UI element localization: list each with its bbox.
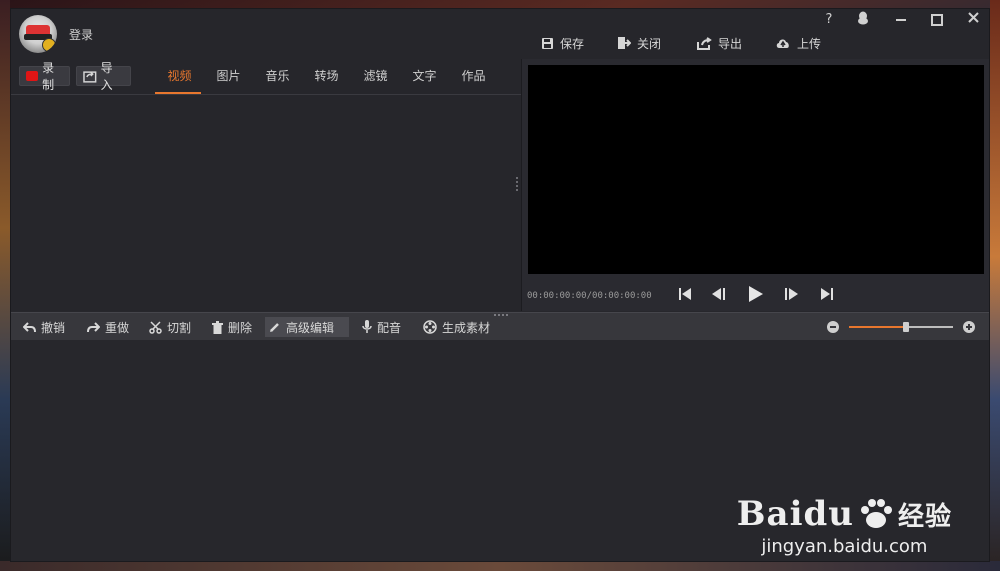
tab-works[interactable]: 作品 [449, 59, 498, 94]
tab-music[interactable]: 音乐 [253, 59, 302, 94]
edit-toolbar: 撤销 重做 切割 删除 高级编辑 配音 生成素材 [11, 312, 989, 341]
upload-button[interactable]: 上传 [775, 34, 821, 52]
export-button[interactable]: 导出 [697, 34, 742, 52]
film-reel-icon [423, 320, 437, 334]
close-project-label: 关闭 [637, 36, 662, 51]
login-link[interactable]: 登录 [69, 26, 93, 43]
zoom-in-button[interactable] [963, 321, 975, 333]
next-frame-button[interactable] [782, 285, 800, 303]
save-icon [542, 37, 553, 49]
skin-button[interactable] [851, 11, 875, 29]
close-icon [967, 12, 979, 23]
close-window-button[interactable] [961, 11, 985, 29]
panel-resize-handle[interactable] [516, 177, 518, 191]
timeline-zoom-slider[interactable] [849, 322, 953, 332]
import-icon [83, 70, 97, 83]
tab-filters[interactable]: 滤镜 [351, 59, 400, 94]
title-bar: 登录 ? 保存 关闭 导出 上传 [11, 9, 989, 59]
desktop-background-right [990, 0, 1000, 571]
redo-button[interactable]: 重做 [83, 317, 133, 337]
media-library-panel: 录制 导入 视频 图片 音乐 转场 滤镜 文字 作品 [11, 59, 522, 311]
record-label: 录制 [42, 61, 55, 92]
tab-video[interactable]: 视频 [155, 59, 204, 94]
maximize-button[interactable] [925, 11, 949, 29]
close-project-button[interactable]: 关闭 [617, 34, 661, 52]
pencil-icon [270, 323, 279, 332]
avatar[interactable] [19, 15, 57, 53]
microphone-icon [362, 320, 372, 333]
media-toolbar: 录制 导入 视频 图片 音乐 转场 滤镜 文字 作品 [11, 59, 521, 95]
redo-icon [87, 321, 100, 332]
tab-images[interactable]: 图片 [204, 59, 253, 94]
generate-material-button[interactable]: 生成素材 [419, 317, 494, 337]
play-icon [749, 286, 763, 302]
import-button[interactable]: 导入 [76, 61, 131, 92]
help-button[interactable]: ? [817, 11, 841, 29]
step-forward-icon [785, 288, 798, 300]
minimize-button[interactable] [889, 11, 913, 29]
cut-button[interactable]: 切割 [145, 317, 195, 337]
trash-icon [212, 320, 223, 334]
timecode-display: 00:00:00:00/00:00:00:00 [527, 291, 652, 301]
advanced-edit-label: 高级编辑 [286, 320, 335, 335]
skip-end-icon [821, 288, 833, 300]
export-label: 导出 [718, 36, 743, 51]
dubbing-label: 配音 [377, 320, 402, 335]
media-tabs: 视频 图片 音乐 转场 滤镜 文字 作品 [155, 59, 498, 94]
zoom-out-button[interactable] [827, 321, 839, 333]
dubbing-button[interactable]: 配音 [358, 317, 405, 337]
record-button[interactable]: 录制 [19, 61, 70, 92]
help-icon: ? [825, 12, 833, 27]
zoom-slider-fill [849, 326, 907, 328]
cloud-upload-icon [776, 39, 789, 48]
redo-label: 重做 [105, 320, 130, 335]
desktop-background-bottom [0, 561, 1000, 571]
skip-start-icon [679, 288, 691, 300]
undo-label: 撤销 [41, 320, 66, 335]
scissors-icon [149, 320, 162, 334]
previous-frame-button[interactable] [710, 285, 728, 303]
go-to-end-button[interactable] [818, 285, 836, 303]
go-to-start-button[interactable] [676, 285, 694, 303]
penguin-icon [858, 11, 868, 25]
watermark-brand: Baidu [736, 494, 854, 534]
tab-transitions[interactable]: 转场 [302, 59, 351, 94]
preview-panel: 00:00:00:00/00:00:00:00 [522, 59, 989, 311]
watermark-suffix: 经验 [897, 501, 952, 532]
zoom-slider-thumb[interactable] [903, 322, 910, 332]
play-button[interactable] [747, 285, 765, 303]
maximize-icon [931, 13, 943, 26]
baidu-jingyan-watermark: Baidu 经验 jingyan.baidu.com [737, 494, 952, 557]
import-label: 导入 [100, 61, 113, 92]
export-icon [697, 36, 712, 50]
undo-icon [23, 321, 36, 332]
record-icon [26, 71, 39, 81]
exit-icon [618, 37, 631, 49]
desktop-background-left [0, 0, 10, 571]
save-label: 保存 [560, 36, 585, 51]
paw-logo-icon [860, 499, 892, 528]
upload-label: 上传 [797, 36, 822, 51]
split-resize-handle[interactable] [494, 314, 508, 316]
watermark-url: jingyan.baidu.com [761, 536, 928, 557]
video-preview-screen[interactable] [528, 65, 984, 274]
tab-text[interactable]: 文字 [400, 59, 449, 94]
delete-button[interactable]: 删除 [208, 317, 256, 337]
advanced-edit-button[interactable]: 高级编辑 [265, 317, 349, 337]
cut-label: 切割 [167, 320, 192, 335]
step-back-icon [712, 288, 725, 300]
generate-material-label: 生成素材 [442, 320, 491, 335]
undo-button[interactable]: 撤销 [19, 317, 69, 337]
video-editor-window: 登录 ? 保存 关闭 导出 上传 录制 导入 视频 图片 音乐 转场 滤镜 文字… [10, 8, 990, 562]
minimize-icon [896, 18, 906, 21]
delete-label: 删除 [228, 320, 253, 335]
save-button[interactable]: 保存 [541, 34, 584, 52]
